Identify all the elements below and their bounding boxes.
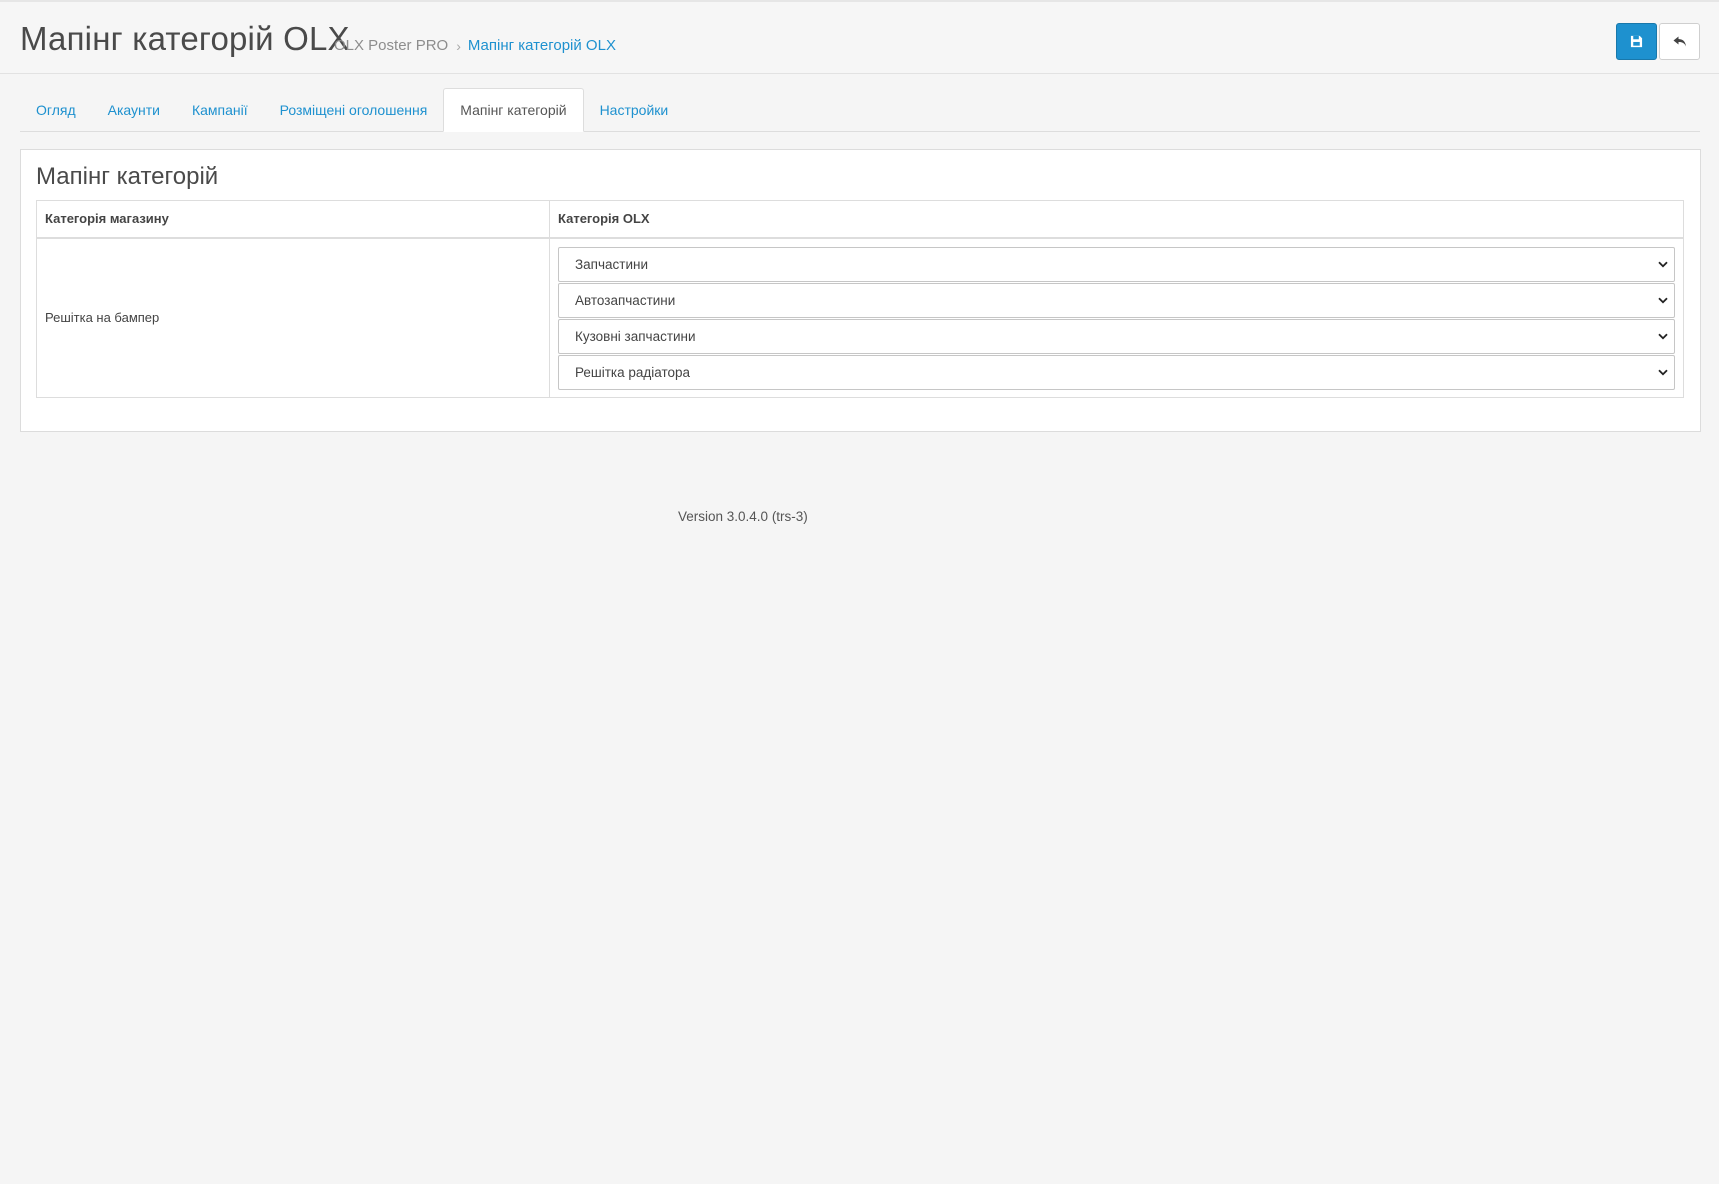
olx-category-select-level-3[interactable]: Кузовні запчастини [558,318,1675,354]
tab-bar: Огляд Акаунти Кампанії Розміщені оголоше… [20,88,1700,132]
breadcrumb-separator: › [456,37,461,54]
category-mapping-table: Категорія магазину Категорія OLX Решітка… [36,200,1684,398]
panel-title: Мапінг категорій [36,163,219,190]
chevron-down-icon [1658,297,1668,303]
olx-category-select-level-4[interactable]: Решітка радіатора [558,354,1675,390]
save-button[interactable] [1616,23,1657,60]
chevron-down-icon [1658,261,1668,267]
olx-category-select-level-2[interactable]: Автозапчастини [558,282,1675,318]
select-value: Кузовні запчастини [575,328,696,344]
tab-accounts[interactable]: Акаунти [92,88,176,131]
version-footer: Version 3.0.4.0 (trs-3) [678,509,808,524]
breadcrumb-current[interactable]: Мапінг категорій OLX [468,37,616,54]
reply-arrow-icon [1673,36,1686,46]
chevron-down-icon [1658,369,1668,375]
select-value: Запчастини [575,256,648,272]
floppy-disk-icon [1630,35,1643,48]
select-value: Решітка радіатора [575,364,691,380]
column-header-olx-category: Категорія OLX [549,200,1684,239]
tab-settings[interactable]: Настройки [584,88,685,131]
breadcrumb: OLX Poster PRO › Мапінг категорій OLX [334,37,616,54]
table-row: Решітка на бампер Запчастини Автозапчаст… [36,237,1684,398]
select-value: Автозапчастини [575,292,676,308]
page-header: Мапінг категорій OLX OLX Poster PRO › Ма… [0,2,1719,74]
olx-category-select-level-1[interactable]: Запчастини [558,246,1675,282]
shop-category-cell: Решітка на бампер [36,237,550,398]
tab-campaigns[interactable]: Кампанії [176,88,264,131]
chevron-down-icon [1658,333,1668,339]
tab-overview[interactable]: Огляд [20,88,92,131]
tab-posted-ads[interactable]: Розміщені оголошення [264,88,444,131]
category-mapping-panel: Мапінг категорій Категорія магазину Кате… [20,149,1701,432]
page-title: Мапінг категорій OLX [20,20,350,57]
olx-category-cell: Запчастини Автозапчастини Кузовні запчас… [549,237,1684,398]
column-header-shop-category: Категорія магазину [36,200,550,239]
back-button[interactable] [1659,23,1700,60]
tab-category-mapping[interactable]: Мапінг категорій [443,88,584,132]
breadcrumb-root[interactable]: OLX Poster PRO [334,37,448,54]
